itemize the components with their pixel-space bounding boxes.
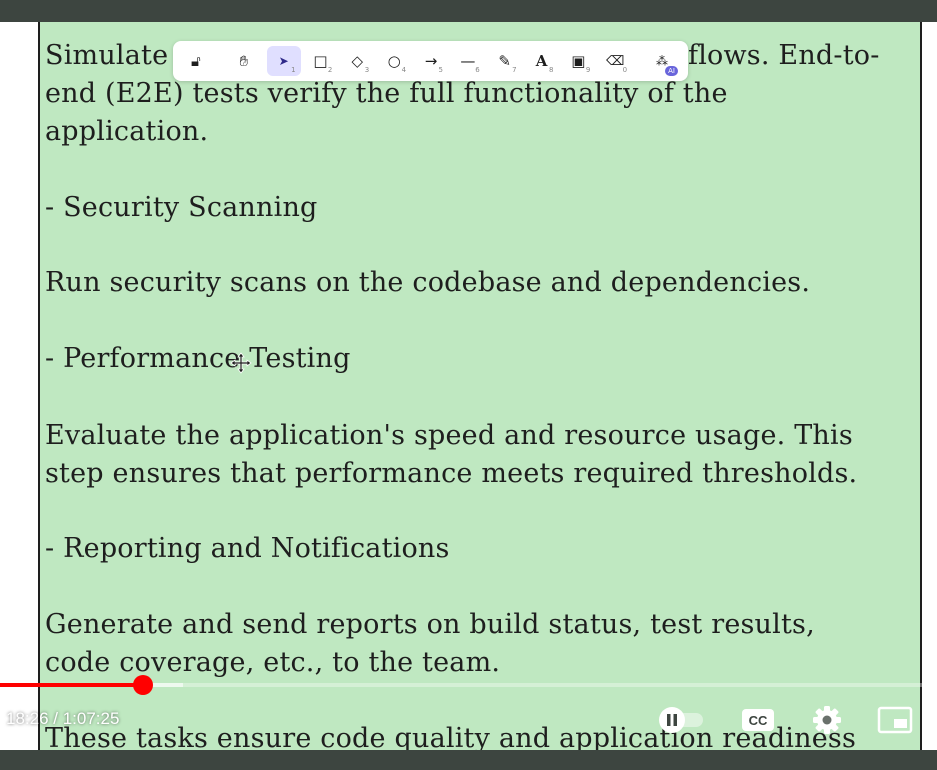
hand-tool-button[interactable]: ✋︎	[227, 46, 261, 76]
line-tool-button[interactable]: — 6	[451, 46, 485, 76]
reporting-description-2: code coverage, etc., to the team.	[45, 647, 501, 678]
progress-played	[0, 683, 143, 687]
eraser-icon: ⌫	[606, 53, 625, 69]
security-description: Run security scans on the codebase and d…	[45, 267, 811, 298]
ellipse-tool-button[interactable]: ○ 4	[377, 46, 411, 76]
time-display: 18:26 / 1:07:25	[6, 709, 120, 728]
image-tool-button[interactable]: ▣ 9	[561, 46, 595, 76]
move-cursor-icon	[230, 352, 252, 374]
draw-tool-button[interactable]: ✎ 7	[488, 46, 522, 76]
text-tool-button[interactable]: A 8	[525, 46, 559, 76]
note-line-3: application.	[45, 116, 209, 147]
performance-description-2: step ensures that performance meets requ…	[45, 458, 858, 489]
pencil-icon: ✎	[498, 52, 511, 70]
shortcut-number: 5	[438, 66, 443, 74]
performance-description-1: Evaluate the application's speed and res…	[45, 420, 853, 451]
captions-button[interactable]: CC	[742, 709, 774, 731]
autoplay-toggle[interactable]	[655, 706, 707, 734]
lock-icon: 🔓︎	[191, 52, 201, 70]
hand-icon: ✋︎	[239, 52, 249, 70]
drawing-toolbar: 🔓︎ ✋︎ ➤ 1 □ 2 ◇ 3 ○ 4 → 5 — 6 ✎ 7 A 8 ▣ …	[173, 41, 688, 81]
bottom-bar	[0, 750, 937, 770]
note-line-1: Simulate	[45, 40, 169, 71]
more-tools-button[interactable]: ⁂ AI	[645, 46, 679, 76]
heading-security-scanning: - Security Scanning	[45, 192, 318, 223]
shortcut-number: 1	[291, 66, 296, 74]
pointer-icon: ➤	[278, 54, 289, 68]
rectangle-tool-button[interactable]: □ 2	[304, 46, 338, 76]
cc-label: CC	[748, 712, 768, 728]
shortcut-number: 4	[401, 66, 407, 74]
lock-tool-button[interactable]: 🔓︎	[179, 46, 213, 76]
arrow-icon: →	[424, 52, 438, 70]
top-bar	[0, 0, 937, 22]
scrubber-handle[interactable]	[133, 675, 153, 695]
ellipse-icon: ○	[387, 52, 401, 70]
settings-gear-icon[interactable]	[811, 704, 843, 736]
shortcut-number: 6	[475, 66, 480, 74]
miniplayer-icon[interactable]	[877, 706, 913, 734]
closing-text: These tasks ensure code quality and appl…	[45, 723, 857, 750]
heading-performance-testing: - Performance Testing	[45, 343, 351, 374]
text-icon: A	[535, 52, 548, 70]
shortcut-number: 0	[622, 66, 628, 74]
shortcut-number: 8	[548, 66, 554, 74]
image-icon: ▣	[571, 52, 586, 70]
progress-bar[interactable]	[0, 675, 937, 695]
shortcut-number: 2	[327, 66, 333, 74]
select-tool-button[interactable]: ➤ 1	[266, 46, 301, 76]
heading-reporting: - Reporting and Notifications	[45, 533, 450, 564]
whiteboard-canvas[interactable]: Simulate flows. End-to- end (E2E) tests …	[0, 22, 937, 750]
shortcut-number: 3	[364, 66, 370, 74]
ai-badge: AI	[665, 66, 678, 76]
shortcut-number: 9	[585, 66, 591, 74]
reporting-description-1: Generate and send reports on build statu…	[45, 609, 815, 640]
diamond-icon: ◇	[351, 52, 364, 70]
rectangle-icon: □	[313, 52, 328, 70]
arrow-tool-button[interactable]: → 5	[414, 46, 448, 76]
shortcut-number: 7	[512, 66, 517, 74]
note-line-1-tail: flows. End-to-	[688, 40, 880, 71]
line-icon: —	[460, 52, 476, 70]
eraser-tool-button[interactable]: ⌫ 0	[598, 46, 632, 76]
diamond-tool-button[interactable]: ◇ 3	[340, 46, 374, 76]
